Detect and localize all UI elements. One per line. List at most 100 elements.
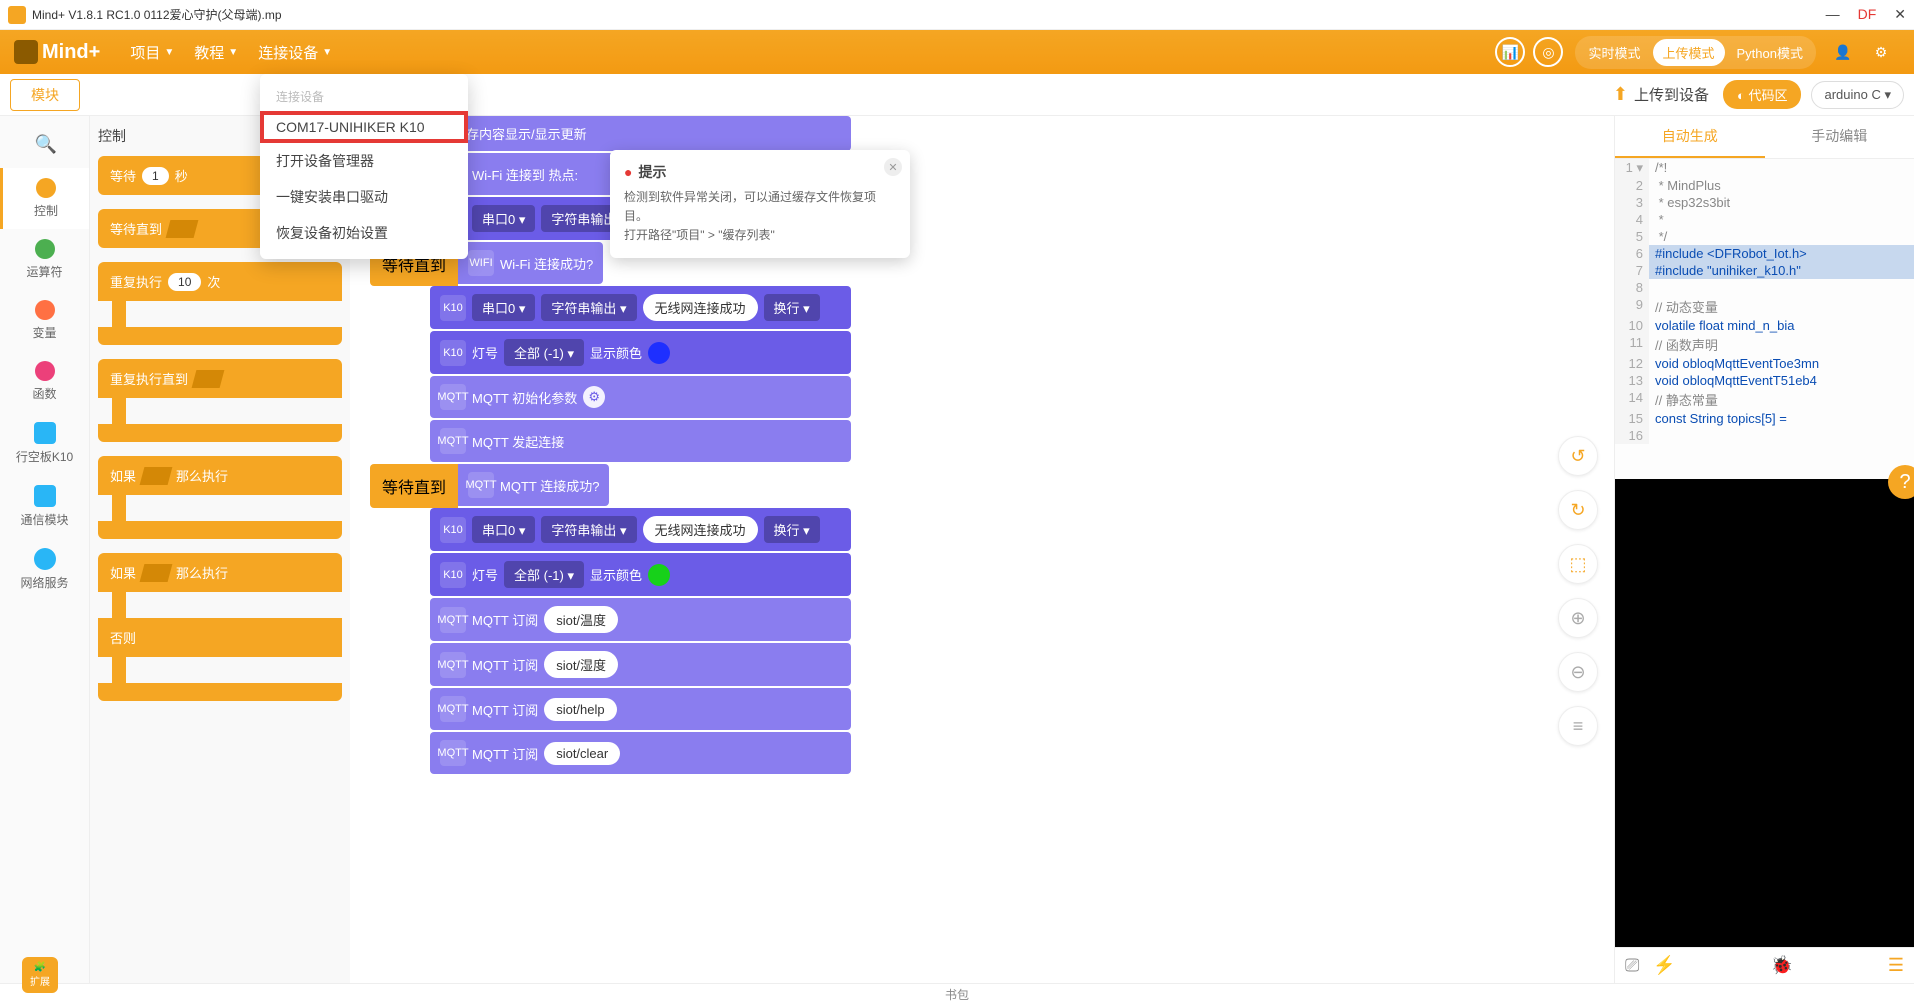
block-mqtt-connect[interactable]: MQTTMQTT 发起连接 [430, 420, 851, 462]
tab-auto-generate[interactable]: 自动生成 [1615, 116, 1765, 158]
code-panel: 自动生成 手动编辑 1 ▾/*!2 * MindPlus3 * esp32s3b… [1614, 116, 1914, 983]
device-com17[interactable]: COM17-UNIHIKER K10 [260, 111, 468, 143]
settings-gear-icon[interactable]: ⚙ [1866, 37, 1896, 67]
menubar: Mind+ 项目▼ 教程▼ 连接设备▼ 📊 ◎ 实时模式 上传模式 Python… [0, 30, 1914, 74]
script-canvas[interactable]: 将缓存内容显示/显示更新 WIFIWi-Fi 连接到 热点: K10串口0 ▾字… [350, 116, 1614, 983]
mode-realtime[interactable]: 实时模式 [1578, 39, 1650, 66]
menu-tutorial[interactable]: 教程▼ [194, 42, 238, 63]
upload-icon: ⬆ [1613, 84, 1628, 105]
mode-upload[interactable]: 上传模式 [1653, 39, 1725, 66]
undo-button[interactable]: ↺ [1558, 436, 1598, 476]
chart-icon-button[interactable]: 📊 [1495, 37, 1525, 67]
backpack-footer[interactable]: 书包 [0, 983, 1914, 1005]
block-serial-out-2[interactable]: K10串口0 ▾字符串输出 ▾无线网连接成功换行 ▾ [430, 286, 851, 329]
zoom-out-button[interactable]: ⊖ [1558, 652, 1598, 692]
mode-switcher: 实时模式 上传模式 Python模式 [1575, 36, 1816, 69]
block-cache-display[interactable]: 将缓存内容显示/显示更新 [430, 116, 851, 151]
code-line: 5 */ [1615, 228, 1914, 245]
install-serial-driver[interactable]: 一键安装串口驱动 [260, 179, 468, 215]
crop-button[interactable]: ⬚ [1558, 544, 1598, 584]
redo-button[interactable]: ↻ [1558, 490, 1598, 530]
restore-device-settings[interactable]: 恢复设备初始设置 [260, 215, 468, 251]
code-line: 6#include <DFRobot_Iot.h> [1615, 245, 1914, 262]
menu-project[interactable]: 项目▼ [130, 42, 174, 63]
duplicate-button[interactable]: DF [1858, 6, 1877, 23]
color-swatch-blue[interactable] [648, 342, 670, 364]
tab-manual-edit[interactable]: 手动编辑 [1765, 116, 1914, 158]
category-net[interactable]: 网络服务 [0, 538, 89, 601]
block-mqtt-sub-2[interactable]: MQTTMQTT 订阅siot/湿度 [430, 643, 851, 686]
block-mqtt-sub-3[interactable]: MQTTMQTT 订阅siot/help [430, 688, 851, 730]
code-line: 13void obloqMqttEventT51eb4 [1615, 372, 1914, 389]
menu-connect-device[interactable]: 连接设备▼ [258, 42, 332, 63]
globe-icon [34, 548, 56, 570]
chip-icon [34, 422, 56, 444]
module-tab[interactable]: 模块 [10, 79, 80, 111]
category-functions[interactable]: 函数 [0, 351, 89, 412]
console-toolbar: ⎚ ⚡ 🐞 ☰ [1615, 947, 1914, 983]
code-line: 2 * MindPlus [1615, 177, 1914, 194]
code-line: 10volatile float mind_n_bia [1615, 317, 1914, 334]
code-line: 3 * esp32s3bit [1615, 194, 1914, 211]
search-icon: 🔍 [35, 134, 55, 154]
mqtt-icon: MQTT [440, 384, 466, 410]
block-mqtt-sub-1[interactable]: MQTTMQTT 订阅siot/温度 [430, 598, 851, 641]
puzzle-icon: 🧩 [34, 962, 46, 973]
block-serial-out-3[interactable]: K10串口0 ▾字符串输出 ▾无线网连接成功换行 ▾ [430, 508, 851, 551]
category-comm[interactable]: 通信模块 [0, 475, 89, 538]
antenna-icon [34, 485, 56, 507]
code-line: 12void obloqMqttEventToe3mn [1615, 355, 1914, 372]
code-line: 7#include "unihiker_k10.h" [1615, 262, 1914, 279]
app-icon [8, 6, 26, 24]
category-control[interactable]: 控制 [0, 168, 89, 229]
category-k10[interactable]: 行空板K10 [0, 412, 89, 475]
gear-icon[interactable]: ⚙ [583, 386, 605, 408]
bug-icon[interactable]: 🐞 [1771, 955, 1793, 976]
zoom-reset-button[interactable]: ≡ [1558, 706, 1598, 746]
code-line: 11// 函数声明 [1615, 334, 1914, 355]
close-button[interactable]: ✕ [1894, 6, 1906, 23]
block-repeat-until[interactable]: 重复执行直到 [98, 359, 342, 442]
category-variables[interactable]: 变量 [0, 290, 89, 351]
monitor-icon-button[interactable]: ◎ [1533, 37, 1563, 67]
serial-console[interactable]: ? [1615, 479, 1914, 947]
block-led-blue[interactable]: K10灯号全部 (-1) ▾显示颜色 [430, 331, 851, 374]
category-strip: 🔍 控制 运算符 变量 函数 行空板K10 通信模块 网络服务 [0, 116, 90, 983]
block-mqtt-sub-4[interactable]: MQTTMQTT 订阅siot/clear [430, 732, 851, 774]
code-line: 15const String topics[5] = [1615, 410, 1914, 427]
zoom-in-button[interactable]: ⊕ [1558, 598, 1598, 638]
code-line: 8 [1615, 279, 1914, 296]
user-icon[interactable]: 👤 [1828, 37, 1858, 67]
usb-icon[interactable]: ⎚ [1625, 955, 1639, 976]
block-led-green[interactable]: K10灯号全部 (-1) ▾显示颜色 [430, 553, 851, 596]
block-if-else[interactable]: 如果那么执行 否则 [98, 553, 342, 701]
code-area-toggle[interactable]: ◐ 代码区 [1723, 80, 1801, 109]
block-if[interactable]: 如果那么执行 [98, 456, 342, 539]
language-select[interactable]: arduino C ▾ [1811, 81, 1904, 109]
mode-python[interactable]: Python模式 [1727, 39, 1813, 66]
window-title: Mind+ V1.8.1 RC1.0 0112爱心守护(父母端).mp [32, 6, 1826, 23]
console-menu-icon[interactable]: ☰ [1888, 955, 1904, 976]
help-button[interactable]: ? [1888, 465, 1914, 499]
usb-flash-icon[interactable]: ⚡ [1653, 955, 1675, 976]
window-titlebar: Mind+ V1.8.1 RC1.0 0112爱心守护(父母端).mp — DF… [0, 0, 1914, 30]
block-wait-mqtt[interactable]: 等待直到 MQTTMQTT 连接成功? [370, 464, 851, 508]
block-repeat[interactable]: 重复执行10次 [98, 262, 342, 345]
tip-popup: ✕ ●提示 检测到软件异常关闭，可以通过缓存文件恢复项目。打开路径"项目" > … [610, 150, 910, 258]
upload-to-device-button[interactable]: ⬆上传到设备 [1613, 84, 1709, 105]
extension-button[interactable]: 🧩扩展 [22, 957, 58, 993]
code-line: 4 * [1615, 211, 1914, 228]
minimize-button[interactable]: — [1826, 6, 1840, 23]
app-logo: Mind+ [14, 40, 100, 64]
open-device-manager[interactable]: 打开设备管理器 [260, 143, 468, 179]
tip-close-button[interactable]: ✕ [884, 158, 902, 176]
code-line: 16 [1615, 427, 1914, 444]
search-button[interactable]: 🔍 [0, 124, 89, 168]
block-mqtt-init[interactable]: MQTTMQTT 初始化参数⚙ [430, 376, 851, 418]
warning-icon: ● [624, 164, 632, 180]
color-swatch-green[interactable] [648, 564, 670, 586]
wifi-icon: WIFI [468, 250, 494, 276]
code-editor[interactable]: 1 ▾/*!2 * MindPlus3 * esp32s3bit4 *5 */6… [1615, 159, 1914, 479]
connect-device-dropdown: 连接设备 COM17-UNIHIKER K10 打开设备管理器 一键安装串口驱动… [260, 74, 468, 259]
category-operators[interactable]: 运算符 [0, 229, 89, 290]
